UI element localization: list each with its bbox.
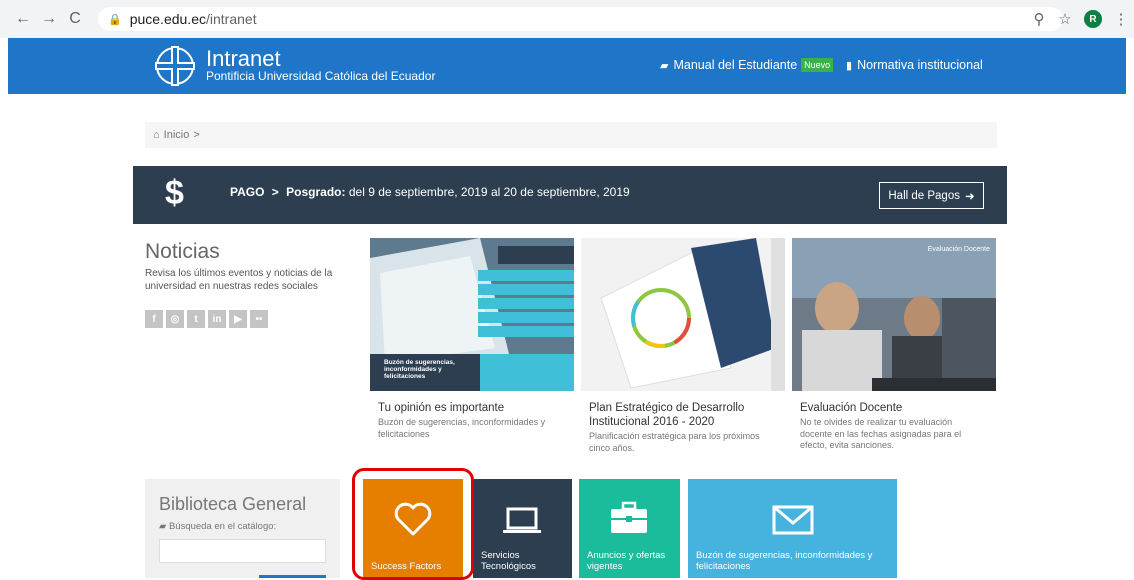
payment-text: PAGO > Posgrado: del 9 de septiembre, 20… <box>230 185 630 199</box>
payment-arrow: > <box>271 185 279 199</box>
card-image-caption: Buzón de sugerencias, inconformidades y … <box>384 359 455 380</box>
tile-anuncios[interactable]: Anuncios y ofertas vigentes <box>579 479 680 578</box>
payment-type: Posgrado: <box>286 185 346 199</box>
browser-toolbar: ← → C 🔒 puce.edu.ec/intranet ⚲ ☆ R ⋮ <box>0 0 1134 38</box>
library-search-label: ▰ Búsqueda en el catálogo: <box>159 521 276 532</box>
social-icons: f ◎ t in ▶ •• <box>145 310 268 328</box>
payment-label: PAGO <box>230 185 265 199</box>
dollar-icon: $ <box>165 174 184 212</box>
book-icon: ▰ <box>159 521 167 532</box>
new-badge: Nuevo <box>801 58 834 72</box>
briefcase-icon <box>611 501 647 533</box>
highlight-annotation <box>352 468 474 580</box>
news-card-title-plan[interactable]: Plan Estratégico de Desarrollo Instituci… <box>589 401 779 429</box>
news-card-title-opinion[interactable]: Tu opinión es importante <box>378 401 578 415</box>
hall-de-pagos-button[interactable]: Hall de Pagos ➜ <box>879 182 984 209</box>
news-card-desc-evaluacion: No te olvides de realizar tu evaluación … <box>800 417 962 450</box>
breadcrumb-home[interactable]: Inicio <box>164 129 190 141</box>
hall-button-label: Hall de Pagos <box>888 189 960 202</box>
manual-label: Manual del Estudiante <box>673 58 798 72</box>
payment-dates: del 9 de septiembre, 2019 al 20 de septi… <box>348 185 630 199</box>
forward-button[interactable]: → <box>36 6 62 32</box>
news-card-desc-opinion: Buzón de sugerencias, inconformidades y … <box>378 417 546 439</box>
catalog-search-input[interactable] <box>159 539 326 563</box>
news-card-image-plan[interactable] <box>581 238 785 391</box>
normativa-label: Normativa institucional <box>857 58 983 72</box>
library-label-text: Búsqueda en el catálogo: <box>168 521 277 532</box>
flickr-icon[interactable]: •• <box>250 310 268 328</box>
facebook-icon[interactable]: f <box>145 310 163 328</box>
menu-kebab-icon[interactable]: ⋮ <box>1108 7 1134 31</box>
envelope-icon <box>772 505 814 535</box>
tile-servicios-tecnologicos[interactable]: Servicios Tecnológicos <box>473 479 572 578</box>
tile-label: Servicios Tecnológicos <box>481 550 536 572</box>
news-card-image-opinion[interactable]: Buzón de sugerencias, inconformidades y … <box>370 238 574 391</box>
tile-label: Buzón de sugerencias, inconformidades y … <box>696 550 873 572</box>
home-icon[interactable]: ⌂ <box>153 129 160 141</box>
news-card-image-evaluacion[interactable]: Evaluación Docente <box>792 238 996 391</box>
puce-logo-icon[interactable] <box>153 44 197 88</box>
laptop-icon <box>503 507 541 533</box>
twitter-icon[interactable]: t <box>187 310 205 328</box>
address-bar[interactable]: 🔒 puce.edu.ec/intranet <box>98 7 1063 31</box>
url-path: /intranet <box>206 11 257 27</box>
payment-banner: $ PAGO > Posgrado: del 9 de septiembre, … <box>133 166 1007 224</box>
youtube-icon[interactable]: ▶ <box>229 310 247 328</box>
library-title: Biblioteca General <box>159 494 307 514</box>
instagram-icon[interactable]: ◎ <box>166 310 184 328</box>
profile-avatar[interactable]: R <box>1084 10 1102 28</box>
zoom-icon[interactable]: ⚲ <box>1026 7 1052 31</box>
tile-label: Anuncios y ofertas vigentes <box>587 550 666 572</box>
url-host: puce.edu.ec <box>129 11 206 27</box>
bookmark-star-icon[interactable]: ☆ <box>1052 7 1078 31</box>
news-title: Noticias <box>145 240 220 263</box>
breadcrumb-separator: > <box>193 129 200 141</box>
news-description: Revisa los últimos eventos y noticias de… <box>145 268 333 292</box>
book-icon: ▰ <box>660 59 669 72</box>
news-card-title-evaluacion[interactable]: Evaluación Docente <box>800 401 990 415</box>
tile-buzon-sugerencias[interactable]: Buzón de sugerencias, inconformidades y … <box>688 479 897 578</box>
site-header: Intranet Pontificia Universidad Católica… <box>8 38 1126 94</box>
arrow-circle-right-icon: ➜ <box>964 190 975 203</box>
news-card-desc-plan: Planificación estratégica para los próxi… <box>589 431 760 453</box>
normativa-link[interactable]: ▮ Normativa institucional <box>846 58 983 72</box>
card-image-tag: Evaluación Docente <box>927 246 990 253</box>
reload-button[interactable]: C <box>62 6 88 32</box>
breadcrumb: ⌂ Inicio > <box>145 122 997 148</box>
site-subtitle: Pontificia Universidad Católica del Ecua… <box>206 69 436 83</box>
lock-icon: 🔒 <box>108 13 122 26</box>
back-button[interactable]: ← <box>10 6 36 32</box>
linkedin-icon[interactable]: in <box>208 310 226 328</box>
document-icon: ▮ <box>846 59 853 72</box>
manual-link[interactable]: ▰ Manual del Estudiante Nuevo <box>660 58 834 72</box>
library-panel: Biblioteca General ▰ Búsqueda en el catá… <box>145 479 340 578</box>
